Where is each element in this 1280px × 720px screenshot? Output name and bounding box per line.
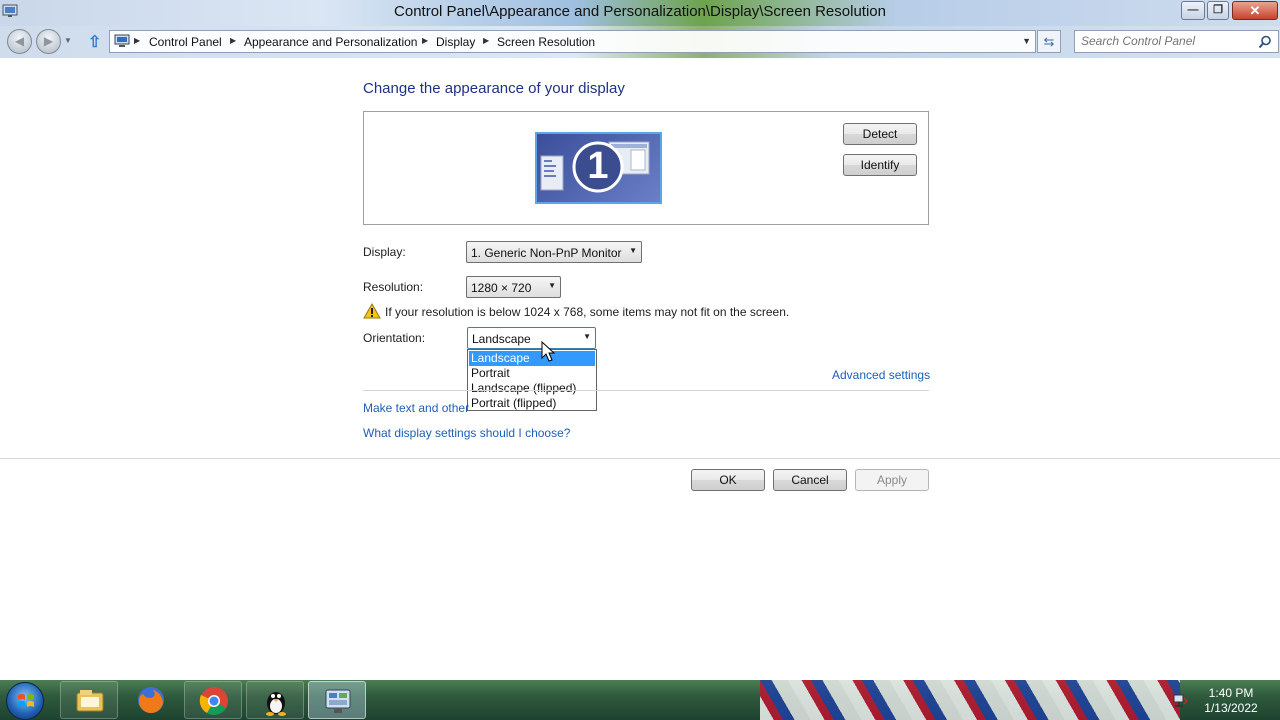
resolution-dropdown-value: 1280 × 720 xyxy=(471,281,532,295)
monitor-arrangement-panel: 1 Detect Identify xyxy=(363,111,929,225)
network-tray-icon[interactable] xyxy=(1172,692,1188,708)
search-box[interactable] xyxy=(1074,30,1279,53)
orientation-dropdown[interactable]: Landscape ▼ xyxy=(467,327,596,349)
title-bar: Control Panel\Appearance and Personaliza… xyxy=(0,0,1280,26)
orientation-label: Orientation: xyxy=(363,331,426,345)
restore-icon: ❐ xyxy=(1213,4,1223,16)
search-icon[interactable] xyxy=(1258,35,1272,49)
windows-logo-icon xyxy=(18,694,34,707)
breadcrumb-screen-resolution[interactable]: Screen Resolution xyxy=(497,35,595,49)
detect-button[interactable]: Detect xyxy=(843,123,917,145)
refresh-icon: ⇆ xyxy=(1043,34,1055,49)
linux-tux-icon xyxy=(266,692,286,716)
window-title: Control Panel\Appearance and Personaliza… xyxy=(394,3,886,20)
orientation-options-list: Landscape Portrait Landscape (flipped) P… xyxy=(467,349,597,411)
taskbar-chrome[interactable] xyxy=(184,681,242,719)
forward-arrow-icon: ▶ xyxy=(43,34,54,48)
identify-button[interactable]: Identify xyxy=(843,154,917,176)
minimize-button[interactable]: — xyxy=(1181,1,1205,20)
clock-date: 1/13/2022 xyxy=(1204,701,1258,715)
orientation-option-landscape-flipped[interactable]: Landscape (flipped) xyxy=(469,381,595,396)
orientation-option-portrait-flipped[interactable]: Portrait (flipped) xyxy=(469,396,595,411)
dropdown-arrow-icon: ▼ xyxy=(629,246,637,255)
navigation-bar: ◀ ▶ ▼ ⇧ ▶ Control Panel ▶ Appearance and… xyxy=(0,26,1280,58)
taskbar xyxy=(0,680,1280,720)
system-clock[interactable]: 1:40 PM 1/13/2022 xyxy=(1196,686,1266,716)
breadcrumb-separator-icon[interactable]: ▶ xyxy=(230,36,236,45)
forward-button[interactable]: ▶ xyxy=(36,29,61,54)
close-icon: ✕ xyxy=(1249,3,1261,18)
close-button[interactable]: ✕ xyxy=(1232,1,1278,20)
explorer-icon xyxy=(76,690,104,712)
address-bar[interactable]: ▶ Control Panel ▶ Appearance and Persona… xyxy=(109,30,1036,53)
search-input[interactable] xyxy=(1081,34,1251,48)
address-history-dropdown-icon[interactable]: ▼ xyxy=(1022,36,1031,46)
desktop-wallpaper-strip xyxy=(760,680,1180,720)
clock-time: 1:40 PM xyxy=(1208,686,1254,700)
control-panel-icon xyxy=(114,34,130,47)
display-dropdown-value: 1. Generic Non-PnP Monitor xyxy=(471,246,622,260)
monitor-1-thumbnail[interactable]: 1 xyxy=(535,132,662,204)
taskbar-linux[interactable] xyxy=(246,681,304,719)
divider xyxy=(0,458,1280,459)
taskbar-explorer[interactable] xyxy=(60,681,118,719)
page-title: Change the appearance of your display xyxy=(363,80,625,97)
breadcrumb-separator-icon[interactable]: ▶ xyxy=(422,36,428,45)
start-button[interactable] xyxy=(6,682,44,720)
dropdown-arrow-icon: ▼ xyxy=(583,332,591,341)
warning-icon xyxy=(363,303,381,319)
dropdown-arrow-icon: ▼ xyxy=(548,281,556,290)
back-button[interactable]: ◀ xyxy=(7,29,32,54)
resolution-label: Resolution: xyxy=(363,280,424,294)
firefox-icon xyxy=(138,687,164,714)
chrome-icon xyxy=(199,687,228,715)
divider xyxy=(363,390,929,391)
breadcrumb-display[interactable]: Display xyxy=(436,35,475,49)
advanced-settings-link[interactable]: Advanced settings xyxy=(832,368,930,382)
taskbar-firefox[interactable] xyxy=(122,681,180,719)
up-arrow-icon[interactable]: ⇧ xyxy=(88,32,101,52)
breadcrumb-appearance[interactable]: Appearance and Personalization xyxy=(244,35,417,49)
display-help-link[interactable]: What display settings should I choose? xyxy=(363,426,570,440)
resolution-dropdown[interactable]: 1280 × 720 ▼ xyxy=(466,276,561,298)
breadcrumb-separator-icon[interactable]: ▶ xyxy=(483,36,489,45)
taskbar-control-panel[interactable] xyxy=(308,681,366,719)
cancel-button[interactable]: Cancel xyxy=(773,469,847,491)
display-dropdown[interactable]: 1. Generic Non-PnP Monitor ▼ xyxy=(466,241,642,263)
mouse-cursor-icon xyxy=(541,341,555,362)
resolution-warning: If your resolution is below 1024 x 768, … xyxy=(385,305,790,319)
text-size-link[interactable]: Make text and other xyxy=(363,401,469,415)
refresh-button[interactable]: ⇆ xyxy=(1037,30,1061,53)
back-arrow-icon: ◀ xyxy=(14,34,25,48)
minimize-icon: — xyxy=(1187,4,1199,16)
ok-button[interactable]: OK xyxy=(691,469,765,491)
apply-button[interactable]: Apply xyxy=(855,469,929,491)
breadcrumb-separator-icon[interactable]: ▶ xyxy=(134,36,140,45)
orientation-option-landscape[interactable]: Landscape xyxy=(469,351,595,366)
monitor-number: 1 xyxy=(587,145,609,187)
orientation-dropdown-value: Landscape xyxy=(472,332,531,346)
recent-pages-dropdown-icon[interactable]: ▼ xyxy=(64,36,72,45)
restore-button[interactable]: ❐ xyxy=(1207,1,1229,20)
breadcrumb-control-panel[interactable]: Control Panel xyxy=(149,35,222,49)
orientation-option-portrait[interactable]: Portrait xyxy=(469,366,595,381)
display-label: Display: xyxy=(363,245,406,259)
control-panel-icon xyxy=(325,689,351,713)
